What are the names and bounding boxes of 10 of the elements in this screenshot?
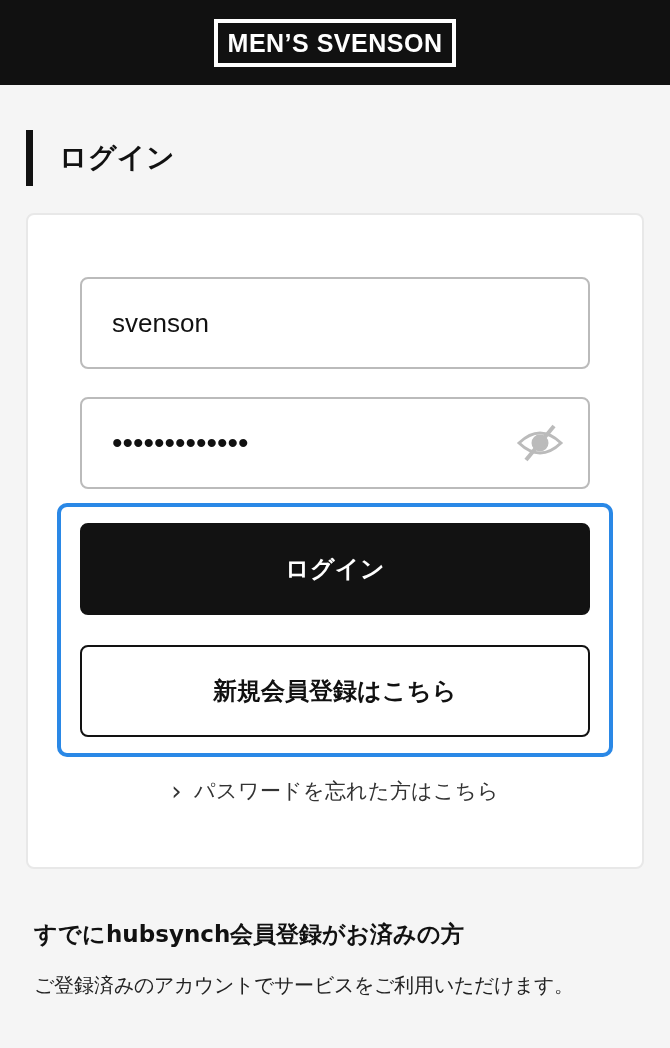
register-button[interactable]: 新規会員登録はこちら bbox=[80, 645, 590, 737]
chevron-icon: › bbox=[171, 778, 182, 804]
forgot-password-link[interactable]: パスワードを忘れた方はこちら bbox=[193, 777, 499, 805]
login-button[interactable]: ログイン bbox=[80, 523, 590, 615]
page-title: ログイン bbox=[26, 130, 644, 186]
section-heading: すでにhubsynch会員登録がお済みの方 bbox=[34, 920, 466, 949]
username-field[interactable]: svenson bbox=[80, 277, 590, 369]
section-text: ご登録済みのアカウントでサービスをご利用いただけます。 bbox=[34, 973, 575, 999]
logo: MEN’S SVENSON bbox=[213, 18, 457, 67]
password-field[interactable]: ••••••••••••• bbox=[80, 397, 590, 489]
